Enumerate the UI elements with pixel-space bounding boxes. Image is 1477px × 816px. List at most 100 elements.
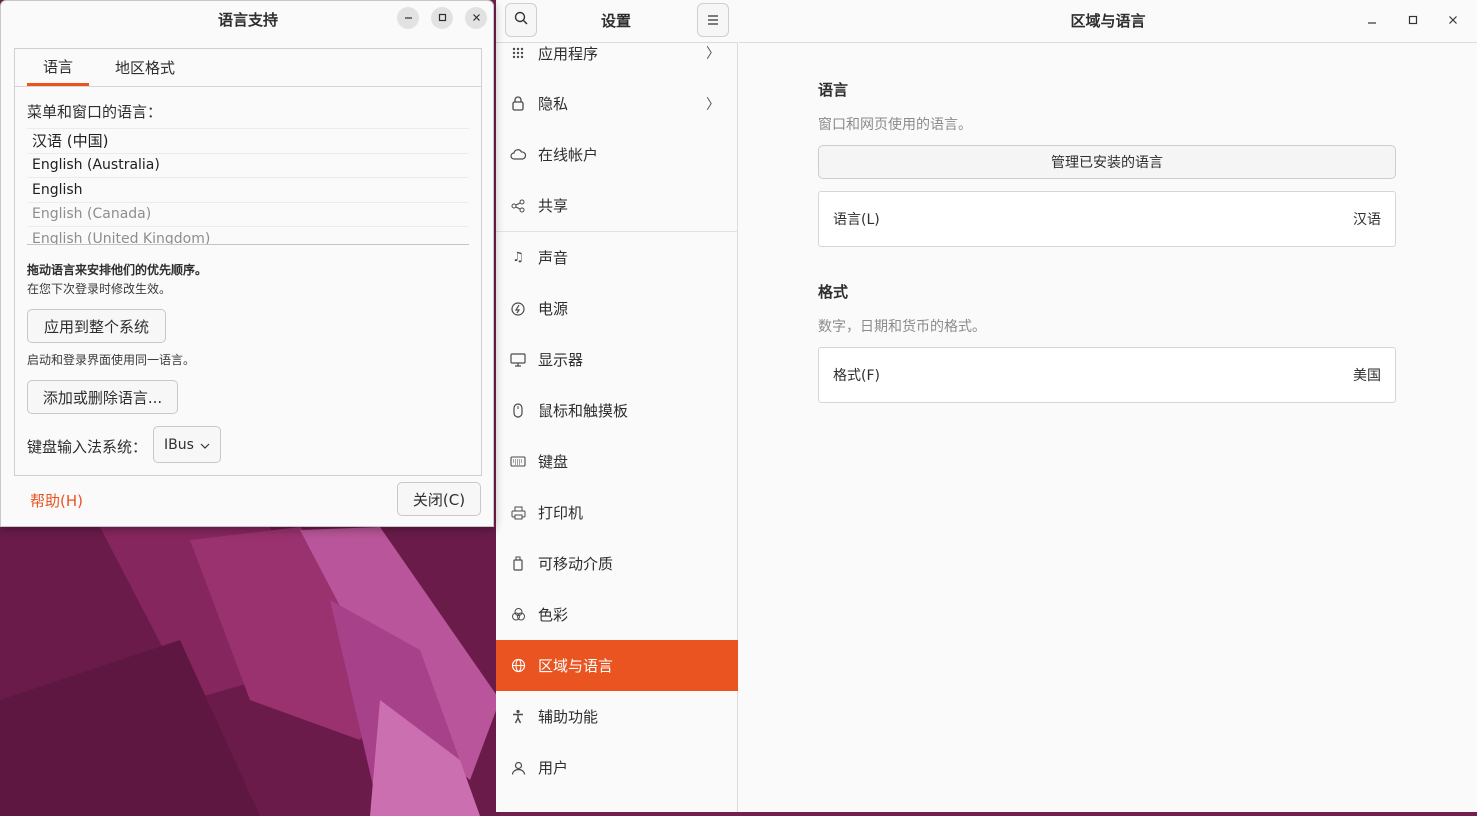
color-icon xyxy=(510,607,526,623)
format-row-value: 美国 xyxy=(1353,368,1381,384)
input-method-label: 键盘输入法系统： xyxy=(27,438,148,456)
language-row[interactable]: 语言(L) 汉语 xyxy=(818,191,1396,247)
input-method-select[interactable]: IBus xyxy=(153,426,221,463)
language-support-dialog: 语言支持 语言 地区格式 菜单和窗口的语言： 汉语 (中国) English (… xyxy=(0,0,494,527)
sidebar-title: 设置 xyxy=(600,12,631,30)
nav-item-printers[interactable]: 打印机 xyxy=(496,487,738,538)
chevron-down-icon xyxy=(200,437,210,453)
close-dialog-button[interactable]: 关闭(C) xyxy=(397,482,481,516)
printer-icon xyxy=(510,505,526,521)
help-link[interactable]: 帮助(H) xyxy=(30,490,83,511)
add-remove-languages-button[interactable]: 添加或删除语言... xyxy=(27,380,178,414)
effect-hint: 在您下次登录时修改生效。 xyxy=(27,282,172,296)
dialog-titlebar: 语言支持 xyxy=(1,1,495,37)
nav-label: 电源 xyxy=(538,300,569,318)
language-row-label: 语言(L) xyxy=(833,212,880,228)
settings-sidebar: 应用程序 〉 隐私 〉 在线帐户 共享 ♫ 声音 电源 显示器 鼠标和触摸板 键… xyxy=(496,0,738,812)
power-icon xyxy=(510,301,526,317)
nav-label: 键盘 xyxy=(538,453,569,471)
settings-window: 应用程序 〉 隐私 〉 在线帐户 共享 ♫ 声音 电源 显示器 鼠标和触摸板 键… xyxy=(496,0,1477,812)
share-icon xyxy=(510,198,526,214)
nav-item-color[interactable]: 色彩 xyxy=(496,589,738,640)
nav-label: 色彩 xyxy=(538,606,569,624)
nav-label: 共享 xyxy=(538,197,569,215)
removable-media-icon xyxy=(510,556,526,572)
login-hint: 启动和登录界面使用同一语言。 xyxy=(27,353,196,367)
nav-label: 隐私 xyxy=(538,95,569,113)
chevron-right-icon: 〉 xyxy=(706,46,720,62)
nav-item-displays[interactable]: 显示器 xyxy=(496,334,738,385)
language-item[interactable]: English xyxy=(27,177,469,202)
nav-item-privacy[interactable]: 隐私 〉 xyxy=(496,78,738,129)
nav-label: 可移动介质 xyxy=(538,555,614,573)
nav-label: 鼠标和触摸板 xyxy=(538,402,629,420)
settings-content: 区域与语言 语言 窗口和网页使用的语言。 管理已安装的语言 语言(L) 汉语 格… xyxy=(739,0,1477,812)
language-item[interactable]: English (Canada) xyxy=(27,201,469,227)
sidebar-header: 设置 xyxy=(496,0,738,43)
search-icon xyxy=(514,11,528,29)
format-section-desc: 数字，日期和货币的格式。 xyxy=(818,319,986,335)
format-row[interactable]: 格式(F) 美国 xyxy=(818,347,1396,403)
monitor-icon xyxy=(510,352,526,368)
user-icon xyxy=(510,760,526,776)
nav-item-online-accounts[interactable]: 在线帐户 xyxy=(496,129,738,180)
nav-label: 用户 xyxy=(538,759,569,777)
close-icon xyxy=(1448,14,1458,29)
format-row-label: 格式(F) xyxy=(833,368,880,384)
format-section-title: 格式 xyxy=(818,283,849,301)
apply-system-wide-button[interactable]: 应用到整个系统 xyxy=(27,309,166,343)
nav-label: 打印机 xyxy=(538,504,584,522)
minimize-icon xyxy=(404,12,413,25)
nav-item-removable-media[interactable]: 可移动介质 xyxy=(496,538,738,589)
globe-icon xyxy=(510,658,526,674)
language-item[interactable]: English (Australia) xyxy=(27,152,469,178)
nav-item-region-language[interactable]: 区域与语言 xyxy=(496,640,738,691)
nav-label: 显示器 xyxy=(538,351,584,369)
language-item[interactable]: 汉语 (中国) xyxy=(27,128,469,153)
minimize-icon xyxy=(1367,14,1377,29)
music-note-icon: ♫ xyxy=(512,250,524,265)
dialog-close-button[interactable] xyxy=(465,7,487,29)
tab-bar: 语言 地区格式 xyxy=(15,49,481,87)
nav-item-sharing[interactable]: 共享 xyxy=(496,180,738,231)
nav-item-sound[interactable]: ♫ 声音 xyxy=(496,232,738,283)
cloud-icon xyxy=(510,147,526,163)
accessibility-icon xyxy=(510,709,526,725)
hamburger-menu-icon xyxy=(707,11,719,29)
chevron-right-icon: 〉 xyxy=(706,96,720,113)
nav-label: 区域与语言 xyxy=(538,657,614,675)
language-item[interactable]: English (United Kingdom) xyxy=(27,226,469,244)
keyboard-icon xyxy=(510,454,526,470)
nav-item-mouse-touchpad[interactable]: 鼠标和触摸板 xyxy=(496,385,738,436)
input-method-value: IBus xyxy=(164,436,194,453)
minimize-button[interactable] xyxy=(1360,9,1384,33)
mouse-icon xyxy=(510,403,526,419)
menu-language-label: 菜单和窗口的语言： xyxy=(27,103,163,121)
search-button[interactable] xyxy=(505,3,537,37)
language-row-value: 汉语 xyxy=(1353,212,1381,228)
language-section-title: 语言 xyxy=(818,81,849,99)
tab-language[interactable]: 语言 xyxy=(27,49,89,86)
tab-regional-formats[interactable]: 地区格式 xyxy=(103,49,187,86)
dialog-title: 语言支持 xyxy=(217,11,278,29)
settings-nav-list: 应用程序 〉 隐私 〉 在线帐户 共享 ♫ 声音 电源 显示器 鼠标和触摸板 键… xyxy=(496,28,738,793)
nav-item-keyboard[interactable]: 键盘 xyxy=(496,436,738,487)
manage-installed-languages-button[interactable]: 管理已安装的语言 xyxy=(818,145,1396,179)
close-icon xyxy=(472,12,481,25)
language-list[interactable]: 汉语 (中国) English (Australia) English Engl… xyxy=(27,128,469,245)
close-window-button[interactable] xyxy=(1441,9,1465,33)
lock-icon xyxy=(510,96,526,112)
content-header: 区域与语言 xyxy=(739,0,1477,43)
main-menu-button[interactable] xyxy=(697,3,729,37)
dialog-maximize-button[interactable] xyxy=(431,7,453,29)
nav-label: 辅助功能 xyxy=(538,708,599,726)
nav-label: 在线帐户 xyxy=(538,146,599,164)
maximize-icon xyxy=(438,12,447,25)
nav-item-power[interactable]: 电源 xyxy=(496,283,738,334)
apps-grid-icon xyxy=(510,45,526,61)
maximize-button[interactable] xyxy=(1401,9,1425,33)
nav-item-users[interactable]: 用户 xyxy=(496,742,738,793)
nav-item-accessibility[interactable]: 辅助功能 xyxy=(496,691,738,742)
maximize-icon xyxy=(1408,14,1418,29)
dialog-minimize-button[interactable] xyxy=(397,7,419,29)
